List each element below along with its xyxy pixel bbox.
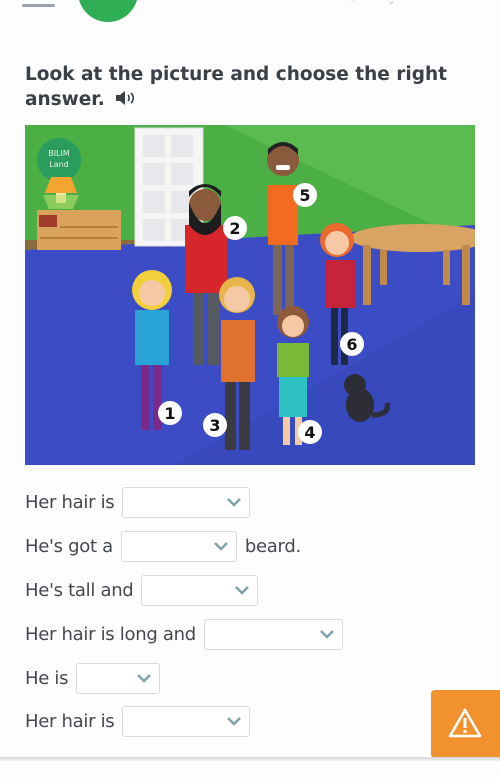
speaker-icon[interactable] bbox=[115, 88, 137, 113]
question-row: Her hair is bbox=[25, 485, 251, 519]
question-prefix: Her hair is long and bbox=[25, 623, 196, 645]
home-button[interactable] bbox=[78, 0, 138, 22]
instruction-text: Look at the picture and choose the right… bbox=[25, 64, 448, 110]
answer-dropdown[interactable] bbox=[141, 574, 259, 606]
hamburger-menu-icon[interactable] bbox=[22, 4, 55, 7]
svg-text:5: 5 bbox=[299, 186, 310, 205]
question-prefix: He's tall and bbox=[25, 579, 134, 601]
svg-text:3: 3 bbox=[209, 416, 220, 435]
answer-dropdown[interactable] bbox=[122, 705, 251, 737]
question-prefix: Her hair is bbox=[25, 710, 115, 732]
svg-text:1: 1 bbox=[164, 404, 175, 423]
label-1: 1 bbox=[158, 401, 182, 425]
report-problem-button[interactable] bbox=[431, 690, 500, 758]
question-prefix: He's got a bbox=[25, 535, 113, 557]
label-3: 3 bbox=[203, 413, 227, 437]
chevron-down-icon bbox=[227, 497, 242, 507]
question-row: He's tall and bbox=[25, 573, 259, 607]
answer-dropdown[interactable] bbox=[203, 618, 343, 650]
svg-text:BILIM: BILIM bbox=[48, 149, 70, 158]
question-suffix: beard. bbox=[244, 535, 301, 557]
task-instruction: Look at the picture and choose the right… bbox=[25, 62, 465, 113]
svg-text:2: 2 bbox=[229, 219, 240, 238]
bilim-land-logo: BILIM Land bbox=[37, 138, 81, 182]
bottom-divider bbox=[0, 757, 500, 761]
question-row: He's got a beard. bbox=[25, 529, 301, 563]
chevron-down-icon bbox=[235, 585, 250, 595]
label-5: 5 bbox=[293, 183, 317, 207]
question-row: Her hair is bbox=[25, 704, 251, 738]
answer-dropdown[interactable] bbox=[122, 486, 251, 518]
question-row: Her hair is long and bbox=[25, 617, 343, 651]
chevron-down-icon bbox=[137, 673, 152, 683]
question-row: He is bbox=[25, 661, 161, 695]
svg-text:Land: Land bbox=[49, 160, 69, 169]
answer-dropdown[interactable] bbox=[120, 530, 237, 562]
chevron-down-icon bbox=[319, 629, 334, 639]
svg-text:6: 6 bbox=[346, 335, 357, 354]
answer-dropdown[interactable] bbox=[76, 662, 161, 694]
chevron-down-icon bbox=[227, 716, 242, 726]
chevron-down-icon bbox=[214, 541, 228, 551]
dresser bbox=[37, 210, 121, 250]
svg-text:4: 4 bbox=[304, 423, 315, 442]
top-bar: ◦ ⌄ bbox=[0, 0, 500, 30]
question-prefix: Her hair is bbox=[25, 491, 115, 513]
warning-icon bbox=[448, 708, 482, 738]
label-6: 6 bbox=[340, 332, 364, 356]
scene-picture: BILIM Land 1 2 3 4 5 6 bbox=[25, 125, 475, 465]
label-2: 2 bbox=[223, 216, 247, 240]
top-right-icons[interactable]: ◦ ⌄ bbox=[350, 0, 410, 7]
question-prefix: He is bbox=[25, 667, 69, 689]
label-4: 4 bbox=[298, 420, 322, 444]
